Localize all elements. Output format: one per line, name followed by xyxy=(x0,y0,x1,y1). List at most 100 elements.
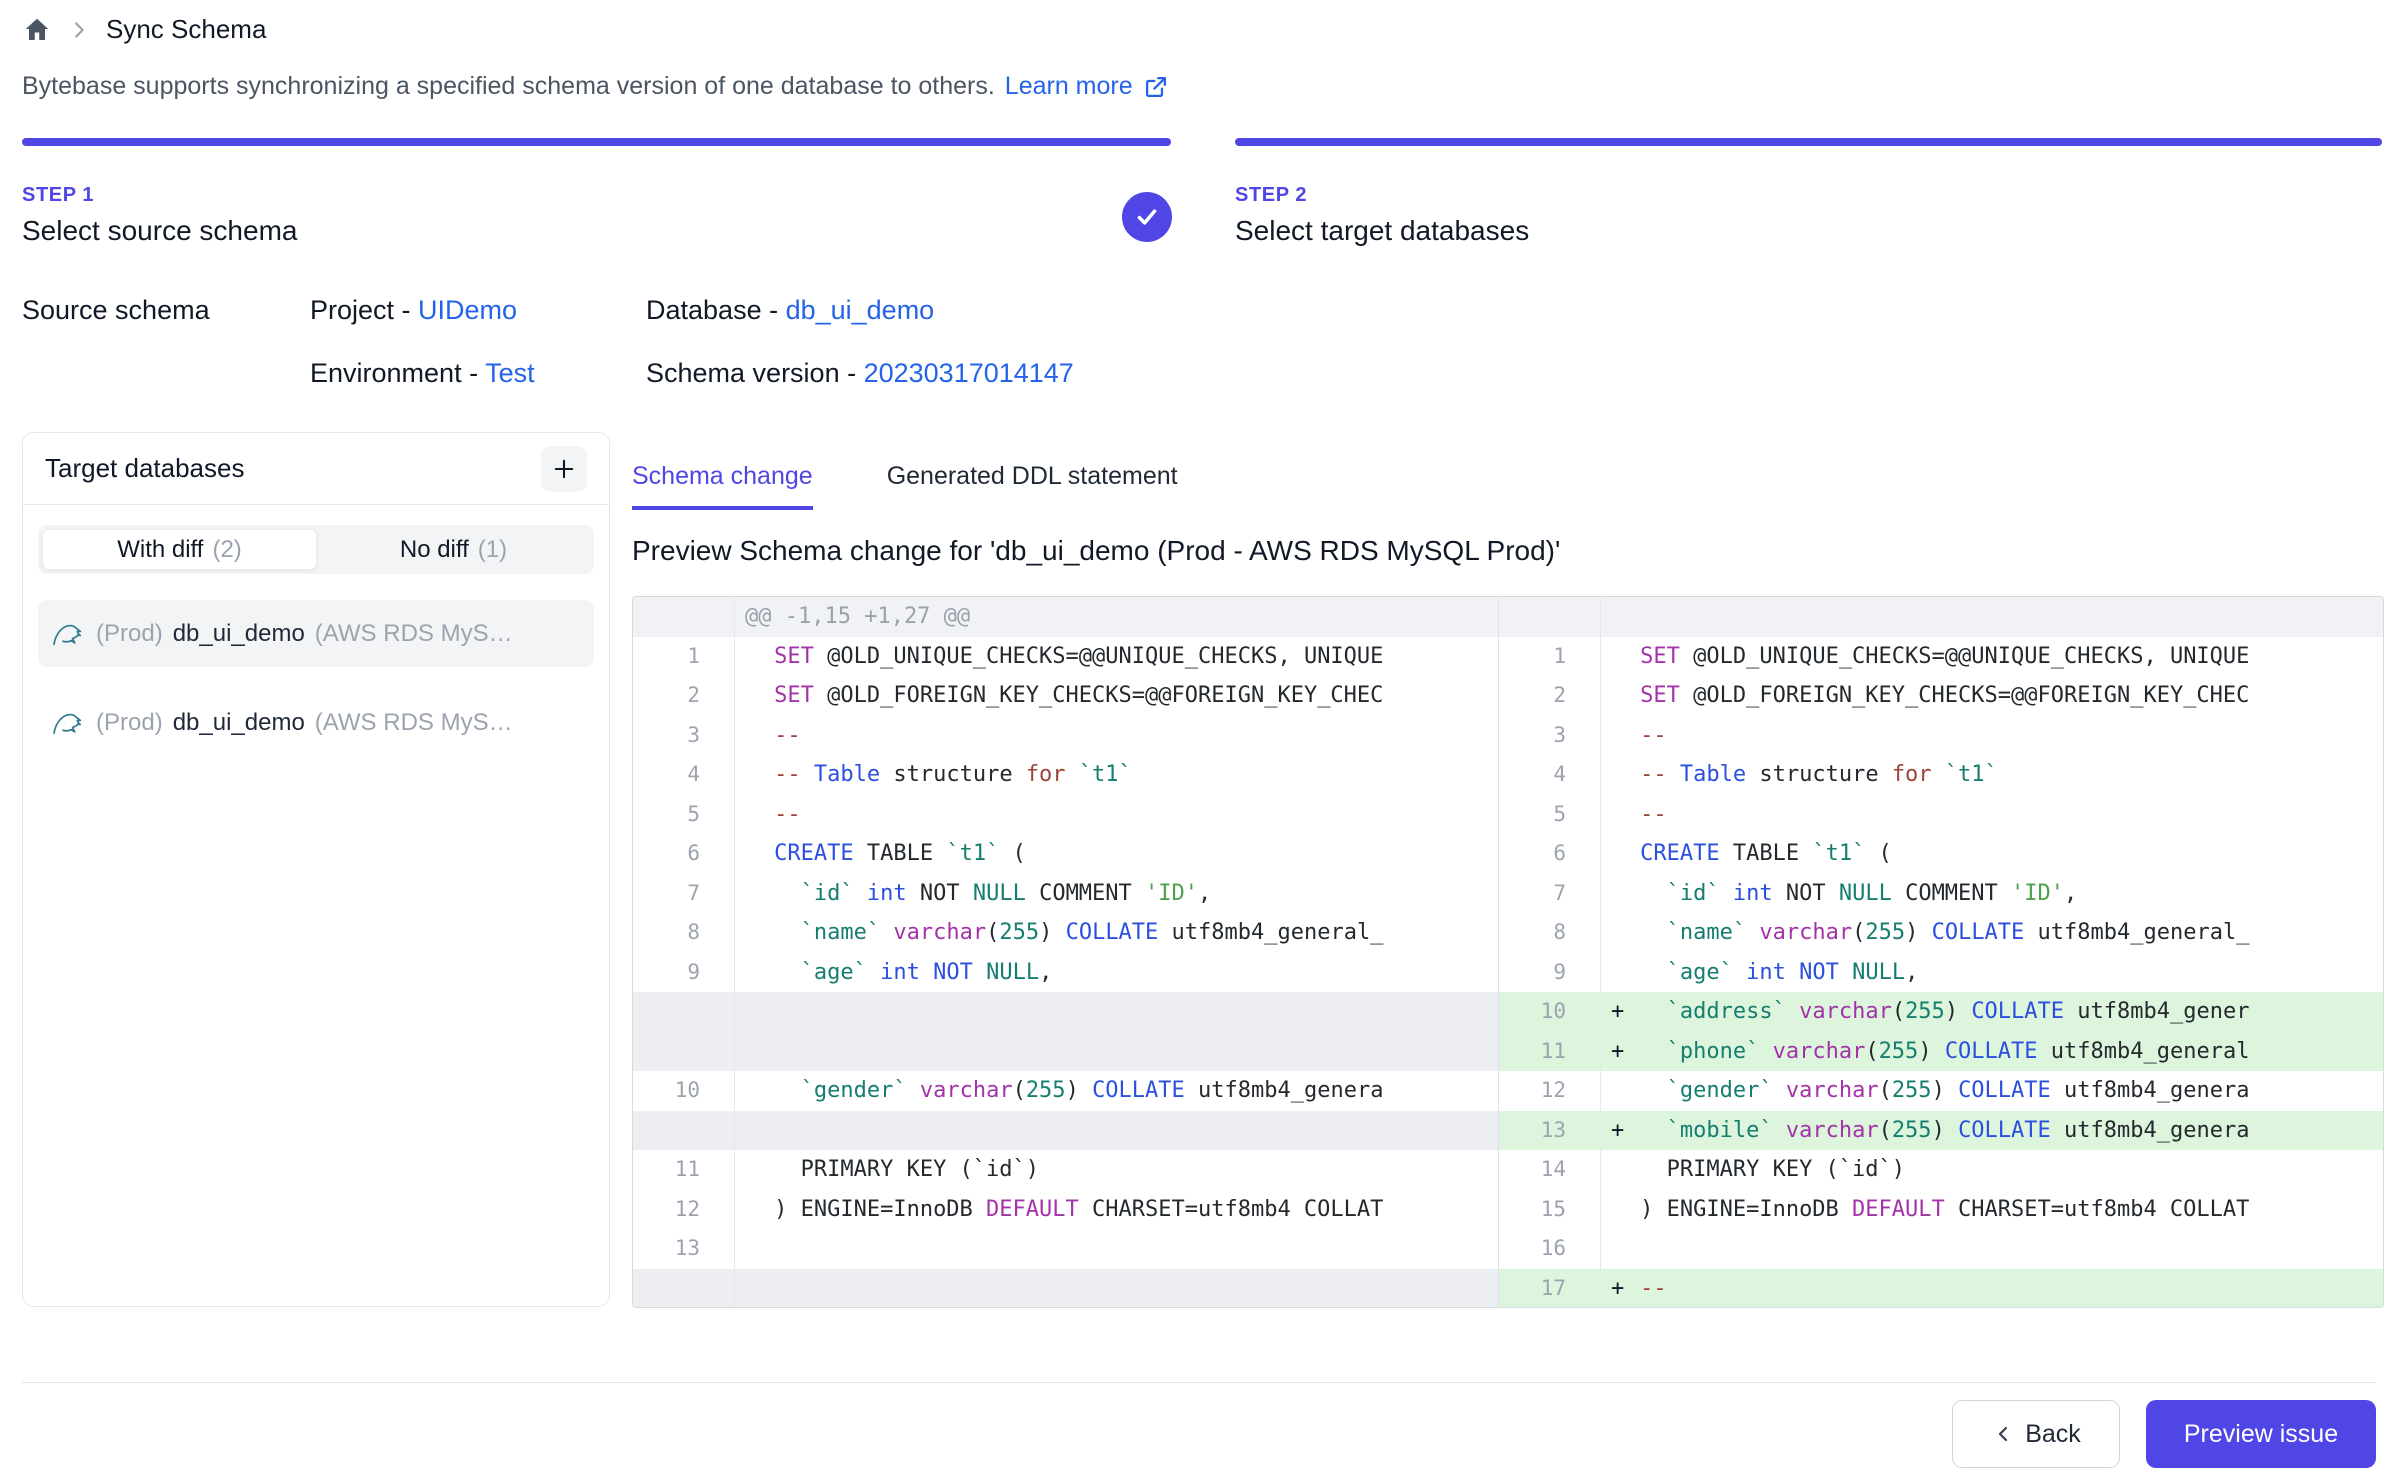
breadcrumb: Sync Schema xyxy=(22,14,266,45)
page-description: Bytebase supports synchronizing a specif… xyxy=(22,72,1169,101)
code-line: `id` int NOT NULL COMMENT 'ID', xyxy=(1600,874,2383,914)
added-line: + `phone` varchar(255) COLLATE utf8mb4_g… xyxy=(1600,1032,2383,1072)
tab-generated-ddl-statement[interactable]: Generated DDL statement xyxy=(887,462,1178,510)
step-2-progress-bar xyxy=(1235,138,2382,146)
code-line: PRIMARY KEY (`id`) xyxy=(1600,1150,2383,1190)
db-env-label: (Prod) xyxy=(96,620,163,648)
step-2: STEP 2 Select target databases xyxy=(1235,138,2382,247)
source-schema-section: Source schema Project - UIDemoDatabase -… xyxy=(22,295,1074,421)
step-1: STEP 1 Select source schema xyxy=(22,138,1171,247)
code-line: SET @OLD_FOREIGN_KEY_CHECKS=@@FOREIGN_KE… xyxy=(1600,676,2383,716)
field-label: Project - xyxy=(310,295,418,325)
code-line: SET @OLD_FOREIGN_KEY_CHECKS=@@FOREIGN_KE… xyxy=(734,676,1499,716)
source-schema-row: Environment - TestSchema version - 20230… xyxy=(310,358,1074,421)
spacer-line xyxy=(734,1032,1499,1072)
diff-row: 10 `gender` varchar(255) COLLATE utf8mb4… xyxy=(633,1071,2383,1111)
line-number: 3 xyxy=(1499,716,1600,756)
line-number: 5 xyxy=(633,795,734,835)
code-line: CREATE TABLE `t1` ( xyxy=(734,834,1499,874)
code-line: `name` varchar(255) COLLATE utf8mb4_gene… xyxy=(734,913,1499,953)
line-number: 3 xyxy=(633,716,734,756)
back-button-label: Back xyxy=(2025,1420,2081,1449)
tab-no-diff[interactable]: No diff(1) xyxy=(317,529,590,570)
source-schema-label: Source schema xyxy=(22,295,310,421)
line-number: 2 xyxy=(1499,676,1600,716)
tab-with-diff[interactable]: With diff(2) xyxy=(42,529,317,570)
line-number: 4 xyxy=(1499,755,1600,795)
line-number: 9 xyxy=(1499,953,1600,993)
code-line: `gender` varchar(255) COLLATE utf8mb4_ge… xyxy=(734,1071,1499,1111)
code-line: SET @OLD_UNIQUE_CHECKS=@@UNIQUE_CHECKS, … xyxy=(1600,637,2383,677)
code-line: -- xyxy=(734,795,1499,835)
line-number: 15 xyxy=(1499,1190,1600,1230)
line-number: 9 xyxy=(633,953,734,993)
spacer-line xyxy=(734,1111,1499,1151)
back-button[interactable]: Back xyxy=(1952,1400,2120,1468)
database-list-item[interactable]: (Prod)db_ui_demo(AWS RDS MyS… xyxy=(38,689,594,756)
diff-row: 9 `age` int NOT NULL,9 `age` int NOT NUL… xyxy=(633,953,2383,993)
mysql-icon xyxy=(52,709,86,737)
database-list-item[interactable]: (Prod)db_ui_demo(AWS RDS MyS… xyxy=(38,600,594,667)
line-number: 10 xyxy=(1499,992,1600,1032)
tab-count: (1) xyxy=(478,536,507,564)
code-line: `gender` varchar(255) COLLATE utf8mb4_ge… xyxy=(1600,1071,2383,1111)
learn-more-link[interactable]: Learn more xyxy=(1005,72,1133,101)
db-instance-label: (AWS RDS MyS… xyxy=(315,620,513,648)
line-number: 2 xyxy=(633,676,734,716)
code-line: -- Table structure for `t1` xyxy=(734,755,1499,795)
code-line: ) ENGINE=InnoDB DEFAULT CHARSET=utf8mb4 … xyxy=(1600,1190,2383,1230)
diff-row: 11+ `phone` varchar(255) COLLATE utf8mb4… xyxy=(633,1032,2383,1072)
line-number: 11 xyxy=(633,1150,734,1190)
spacer-line xyxy=(734,992,1499,1032)
line-number xyxy=(633,992,734,1032)
field-label: Schema version - xyxy=(646,358,864,388)
diff-row: 7 `id` int NOT NULL COMMENT 'ID',7 `id` … xyxy=(633,874,2383,914)
line-number: 10 xyxy=(633,1071,734,1111)
code-line: `name` varchar(255) COLLATE utf8mb4_gene… xyxy=(1600,913,2383,953)
line-number: 8 xyxy=(1499,913,1600,953)
code-line: `age` int NOT NULL, xyxy=(1600,953,2383,993)
field-value-link[interactable]: 20230317014147 xyxy=(864,358,1074,388)
line-number: 6 xyxy=(633,834,734,874)
step-2-label: STEP 2 xyxy=(1235,184,2382,207)
code-line: `age` int NOT NULL, xyxy=(734,953,1499,993)
line-number xyxy=(633,597,734,637)
diff-viewer[interactable]: @@ -1,15 +1,27 @@1 SET @OLD_UNIQUE_CHECK… xyxy=(632,596,2384,1308)
added-line: + `mobile` varchar(255) COLLATE utf8mb4_… xyxy=(1600,1111,2383,1151)
page-title: Sync Schema xyxy=(106,14,266,45)
source-field-project: Project - UIDemo xyxy=(310,295,646,326)
chevron-left-icon xyxy=(1991,1422,2015,1446)
line-number: 12 xyxy=(1499,1071,1600,1111)
diff-row: 11 PRIMARY KEY (`id`)14 PRIMARY KEY (`id… xyxy=(633,1150,2383,1190)
field-value-link[interactable]: db_ui_demo xyxy=(786,295,935,325)
diff-row: 6 CREATE TABLE `t1` (6 CREATE TABLE `t1`… xyxy=(633,834,2383,874)
hunk-header: @@ -1,15 +1,27 @@ xyxy=(734,597,1499,637)
code-line: -- xyxy=(1600,795,2383,835)
added-line: +-- xyxy=(1600,1269,2383,1309)
diff-row: 13 16 xyxy=(633,1229,2383,1269)
diff-filter-tabs: With diff(2)No diff(1) xyxy=(38,525,594,574)
line-number xyxy=(633,1269,734,1309)
tab-schema-change[interactable]: Schema change xyxy=(632,462,813,510)
code-line: ) ENGINE=InnoDB DEFAULT CHARSET=utf8mb4 … xyxy=(734,1190,1499,1230)
preview-title: Preview Schema change for 'db_ui_demo (P… xyxy=(632,535,1560,567)
step-1-title: Select source schema xyxy=(22,215,1171,247)
home-icon[interactable] xyxy=(22,15,52,45)
line-number: 13 xyxy=(1499,1111,1600,1151)
code-line: -- Table structure for `t1` xyxy=(1600,755,2383,795)
diff-row: 13+ `mobile` varchar(255) COLLATE utf8mb… xyxy=(633,1111,2383,1151)
diff-row: 3 --3 -- xyxy=(633,716,2383,756)
line-number: 11 xyxy=(1499,1032,1600,1072)
field-value-link[interactable]: UIDemo xyxy=(418,295,517,325)
add-database-button[interactable] xyxy=(541,446,587,492)
external-link-icon[interactable] xyxy=(1143,74,1169,100)
target-databases-header: Target databases xyxy=(23,433,609,505)
line-number: 6 xyxy=(1499,834,1600,874)
diff-row: 12 ) ENGINE=InnoDB DEFAULT CHARSET=utf8m… xyxy=(633,1190,2383,1230)
field-value-link[interactable]: Test xyxy=(485,358,535,388)
preview-issue-button[interactable]: Preview issue xyxy=(2146,1400,2376,1468)
line-number: 16 xyxy=(1499,1229,1600,1269)
spacer-line xyxy=(734,1269,1499,1309)
hunk-header xyxy=(1600,597,2383,637)
diff-row: 17+-- xyxy=(633,1269,2383,1309)
